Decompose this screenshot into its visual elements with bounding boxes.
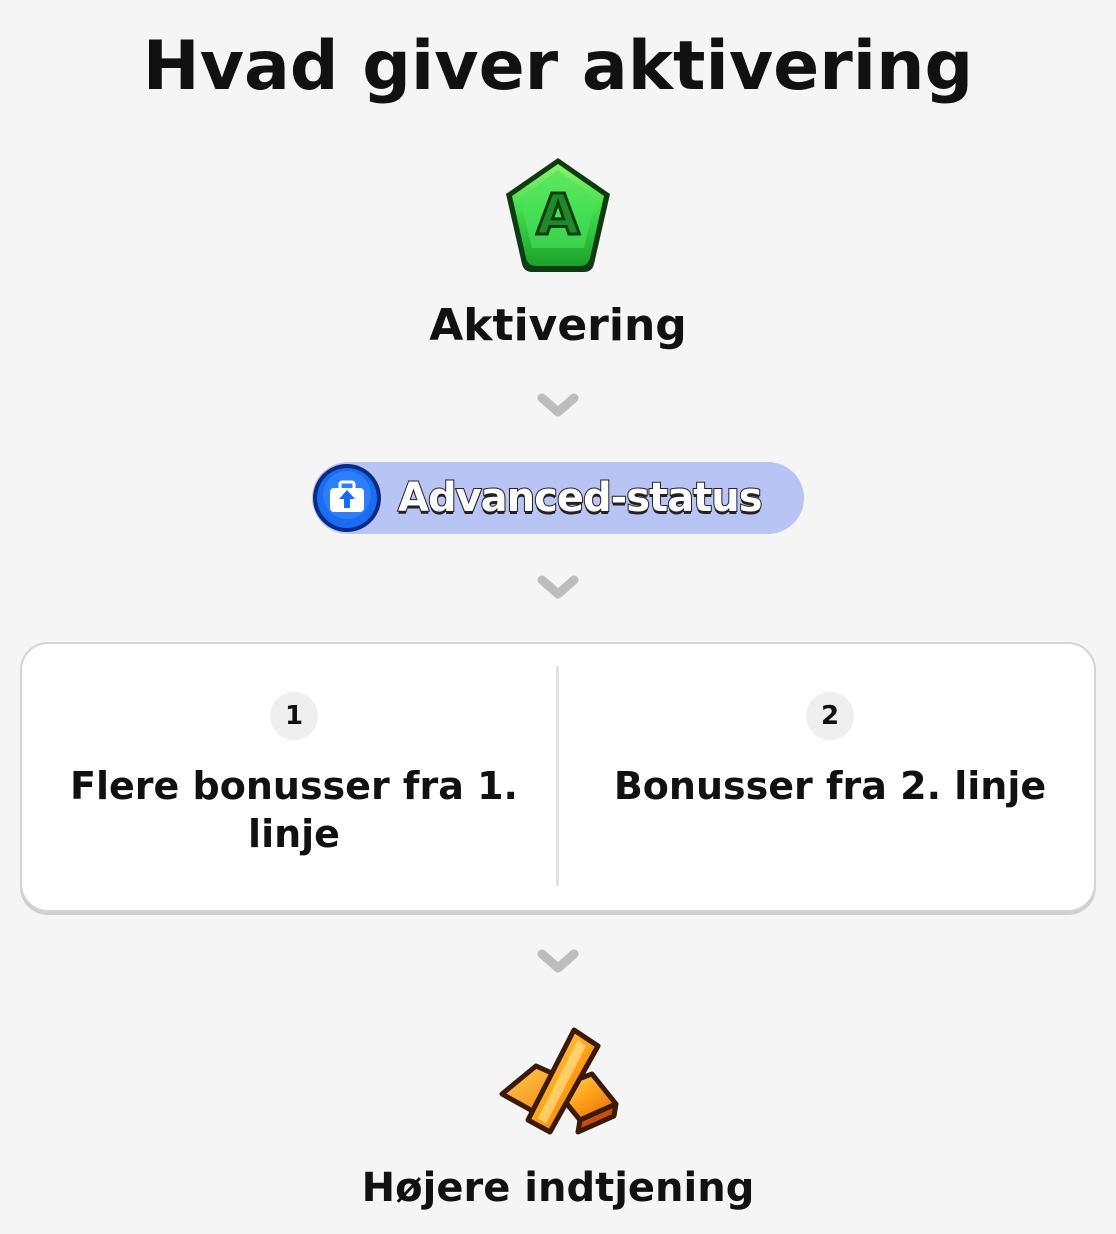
benefits-card: 1 Flere bonusser fra 1. linje 2 Bonusser…: [22, 644, 1094, 910]
activation-label: Aktivering: [429, 300, 687, 351]
blue-briefcase-upgrade-icon: [313, 464, 381, 532]
chevron-down-icon: [537, 575, 579, 599]
benefit-item: 2 Bonusser fra 2. linje: [558, 644, 1094, 910]
chevron-down-icon: [537, 949, 579, 973]
step-number-badge: 1: [270, 692, 318, 740]
chevron-down-icon: [537, 393, 579, 417]
benefit-text: Flere bonusser fra 1. linje: [70, 764, 518, 856]
step-number-badge: 2: [806, 692, 854, 740]
page-title: Hvad giver aktivering: [142, 27, 974, 106]
green-pentagon-a-icon: A: [506, 158, 610, 272]
status-badge-label: Advanced-status: [397, 474, 764, 522]
benefit-text: Bonusser fra 2. linje: [613, 764, 1047, 808]
gold-bars-icon: [499, 1027, 619, 1135]
svg-text:A: A: [536, 183, 580, 248]
status-badge: Advanced-status: [312, 462, 804, 534]
result-label: Højere indtjening: [361, 1165, 755, 1211]
benefit-item: 1 Flere bonusser fra 1. linje: [22, 644, 558, 910]
